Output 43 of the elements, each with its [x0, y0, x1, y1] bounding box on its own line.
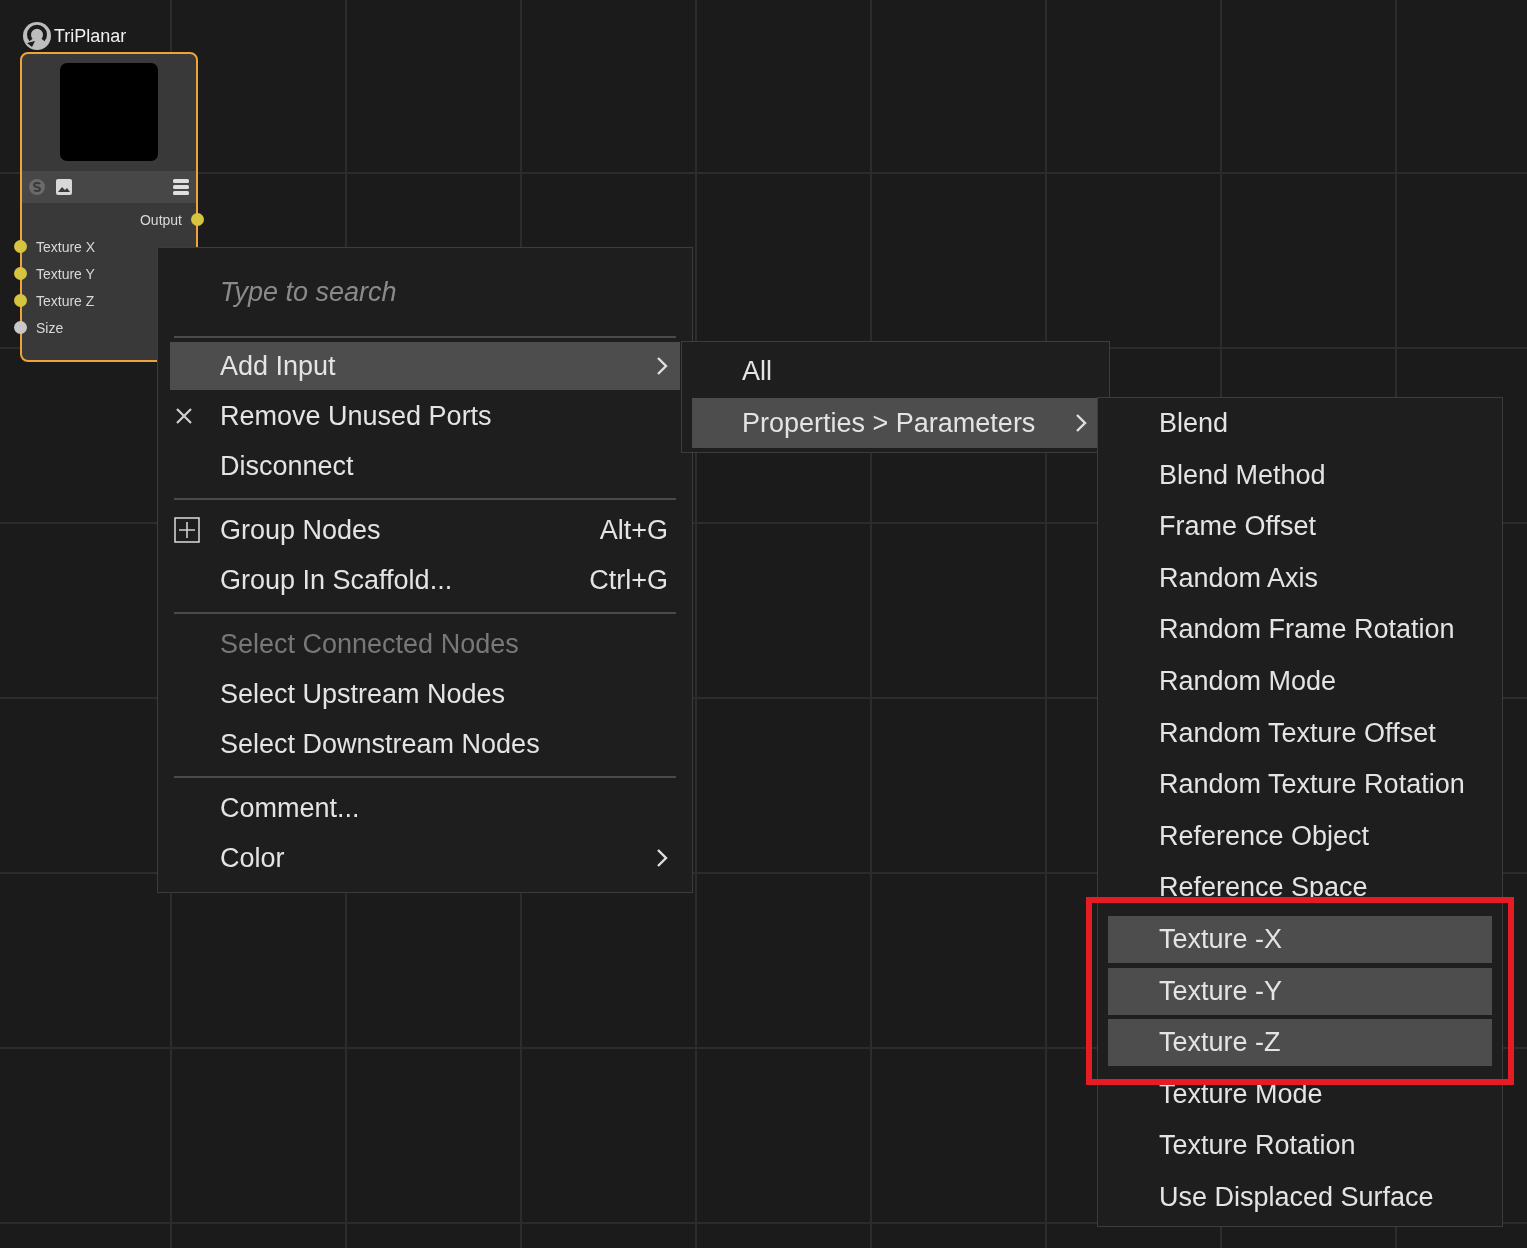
menu-item[interactable]: Texture Mode: [1108, 1070, 1492, 1118]
port-label: Output: [139, 211, 182, 228]
input-port[interactable]: [14, 321, 27, 334]
port-label: Texture Z: [36, 292, 95, 309]
menu-item[interactable]: Texture -X: [1108, 915, 1492, 963]
close-icon: [174, 406, 194, 426]
menu-item[interactable]: Random Frame Rotation: [1108, 606, 1492, 654]
input-port[interactable]: [14, 267, 27, 280]
menu-item[interactable]: Random Axis: [1108, 554, 1492, 602]
menu-item[interactable]: Random Texture Offset: [1108, 709, 1492, 757]
menu-item[interactable]: Texture Rotation: [1108, 1122, 1492, 1170]
menu-item[interactable]: Color: [170, 834, 680, 882]
menu-item[interactable]: Comment...: [170, 784, 680, 832]
image-icon[interactable]: [55, 178, 73, 196]
menu-item[interactable]: Reference Object: [1108, 812, 1492, 860]
output-port[interactable]: [191, 213, 204, 226]
input-port[interactable]: [14, 294, 27, 307]
input-port[interactable]: [14, 240, 27, 253]
node-title: TriPlanar: [54, 25, 127, 47]
menu-item[interactable]: Blend Method: [1108, 451, 1492, 499]
port-label: Texture X: [36, 238, 96, 255]
menu-item[interactable]: Texture -Z: [1108, 1019, 1492, 1067]
menu-item[interactable]: Use Displaced Surface: [1108, 1173, 1492, 1221]
menu-item[interactable]: Random Mode: [1108, 657, 1492, 705]
menu-item[interactable]: Group In Scaffold... Ctrl+G: [170, 556, 680, 604]
menu-item[interactable]: Add Input: [170, 342, 680, 390]
menu-item[interactable]: Group Nodes Alt+G: [170, 506, 680, 554]
menu-item[interactable]: All: [692, 346, 1099, 396]
menu-item[interactable]: Frame Offset: [1108, 503, 1492, 551]
menu-item[interactable]: Select Downstream Nodes: [170, 720, 680, 768]
menu-item[interactable]: Select Upstream Nodes: [170, 670, 680, 718]
menu-item[interactable]: Remove Unused Ports: [170, 392, 680, 440]
menu-item[interactable]: Blend: [1108, 400, 1492, 447]
menu-item[interactable]: Random Texture Rotation: [1108, 761, 1492, 809]
menu-item[interactable]: Texture -Y: [1108, 967, 1492, 1015]
plus-box-icon: [174, 517, 200, 543]
menu-item[interactable]: Properties > Parameters: [692, 398, 1099, 448]
menu-item[interactable]: Disconnect: [170, 442, 680, 490]
port-label: Size: [36, 319, 64, 336]
menu-icon[interactable]: [172, 178, 190, 196]
search-field[interactable]: Type to search: [220, 276, 660, 308]
menu-item[interactable]: Reference Space: [1108, 864, 1492, 912]
port-label: Texture Y: [36, 265, 95, 282]
